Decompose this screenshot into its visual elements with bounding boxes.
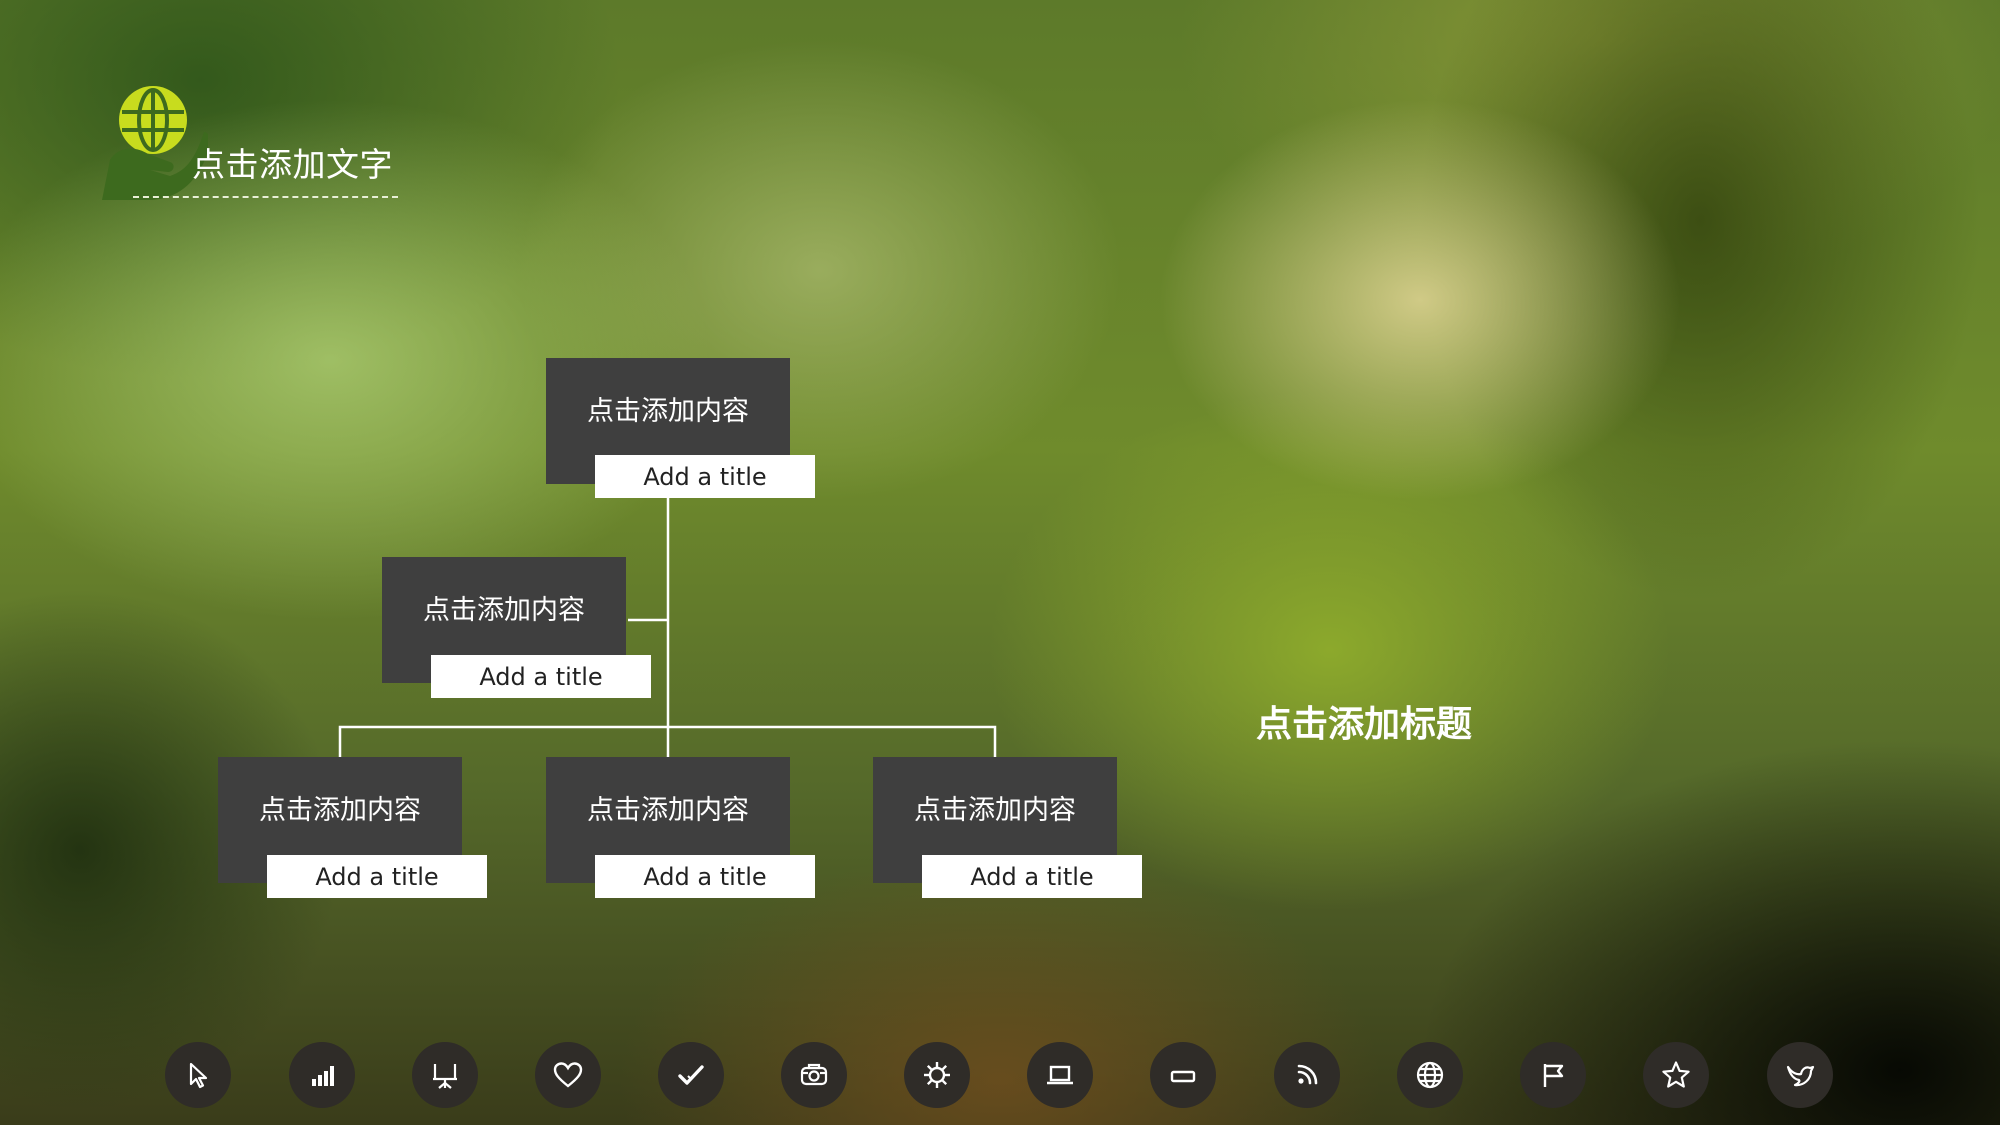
presentation-icon[interactable]	[412, 1042, 478, 1108]
org-chart-connectors	[338, 497, 997, 757]
laptop-icon[interactable]	[1027, 1042, 1093, 1108]
org-node-title-tag[interactable]: Add a title	[431, 655, 651, 698]
org-node-content: 点击添加内容	[259, 794, 421, 826]
globe-icon[interactable]	[1397, 1042, 1463, 1108]
battery-icon[interactable]	[1150, 1042, 1216, 1108]
camera-icon[interactable]	[781, 1042, 847, 1108]
bird-icon[interactable]	[1767, 1042, 1833, 1108]
heart-icon[interactable]	[535, 1042, 601, 1108]
org-node-title-tag[interactable]: Add a title	[922, 855, 1142, 898]
flag-icon[interactable]	[1520, 1042, 1586, 1108]
gear-icon[interactable]	[904, 1042, 970, 1108]
org-node-title-tag[interactable]: Add a title	[267, 855, 487, 898]
org-node-title-tag[interactable]: Add a title	[595, 455, 815, 498]
org-node-content: 点击添加内容	[423, 594, 585, 626]
checkmark-icon[interactable]	[658, 1042, 724, 1108]
org-node-content: 点击添加内容	[587, 794, 749, 826]
star-icon[interactable]	[1643, 1042, 1709, 1108]
rss-icon[interactable]	[1274, 1042, 1340, 1108]
org-node-title-tag[interactable]: Add a title	[595, 855, 815, 898]
side-title[interactable]: 点击添加标题	[1256, 695, 1472, 747]
org-node-content: 点击添加内容	[914, 794, 1076, 826]
bar-chart-icon[interactable]	[289, 1042, 355, 1108]
cursor-icon[interactable]	[165, 1042, 231, 1108]
org-node-content: 点击添加内容	[587, 395, 749, 427]
